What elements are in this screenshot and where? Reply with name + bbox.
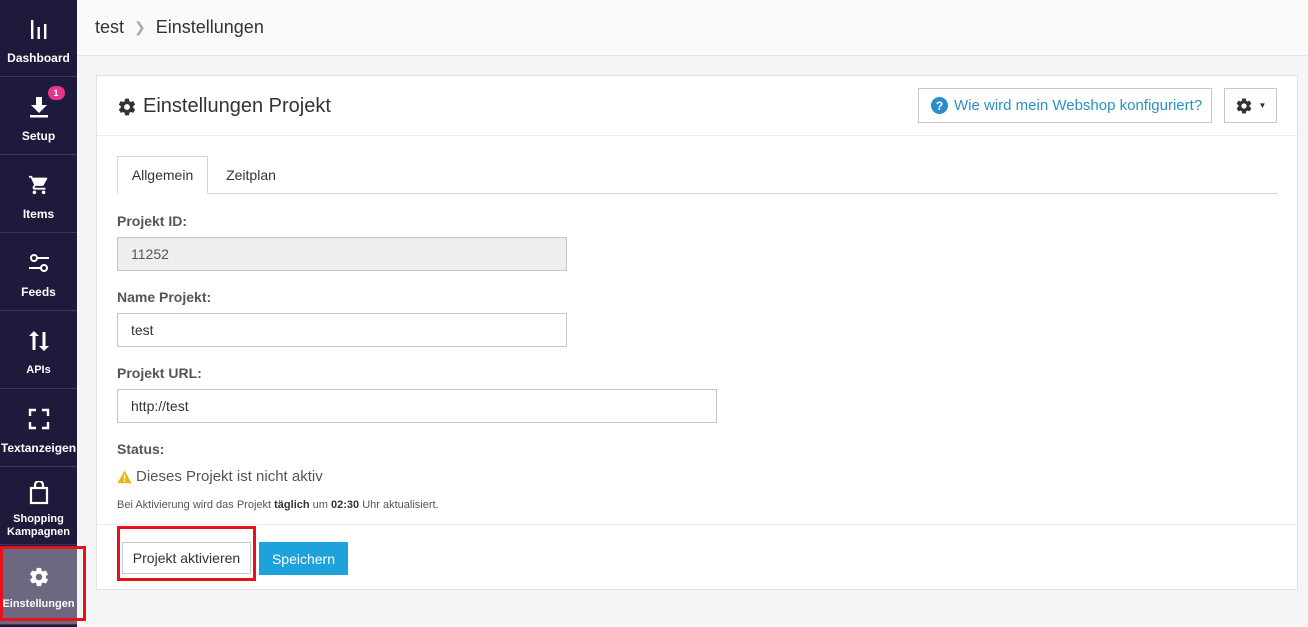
sidebar-item-label: Textanzeigen bbox=[0, 441, 77, 455]
notification-badge: 1 bbox=[47, 86, 65, 100]
status-label: Status: bbox=[117, 441, 165, 457]
warning-icon bbox=[117, 469, 132, 483]
cart-icon bbox=[28, 172, 50, 198]
sidebar-item-setup[interactable]: 1 Setup bbox=[0, 78, 77, 155]
breadcrumb-current-page: Einstellungen bbox=[155, 17, 264, 37]
sidebar-item-feeds[interactable]: Feeds bbox=[0, 234, 77, 311]
sidebar-item-label: Einstellungen bbox=[2, 598, 75, 610]
hint-frequency: täglich bbox=[274, 499, 310, 511]
sidebar-item-label: Shopping Kampagnen bbox=[7, 513, 70, 538]
page-title: Einstellungen Projekt bbox=[117, 95, 331, 118]
help-button-label: Wie wird mein Webshop konfiguriert? bbox=[954, 97, 1203, 114]
save-button[interactable]: Speichern bbox=[259, 542, 348, 575]
activation-hint: Bei Aktivierung wird das Projekt täglich… bbox=[117, 499, 439, 511]
sidebar-item-apis[interactable]: APIs bbox=[0, 312, 77, 389]
arrows-up-down-icon bbox=[28, 328, 50, 354]
hint-text: um bbox=[312, 499, 328, 511]
download-icon: 1 bbox=[28, 86, 65, 120]
hint-time: 02:30 bbox=[331, 499, 360, 511]
sidebar-item-einstellungen[interactable]: Einstellungen bbox=[0, 548, 77, 625]
card-footer: Projekt aktivieren Speichern bbox=[97, 524, 1297, 590]
hint-text: Bei Aktivierung wird das Projekt bbox=[117, 499, 272, 511]
page-title-text: Einstellungen Projekt bbox=[143, 95, 331, 117]
settings-card: Einstellungen Projekt ? Wie wird mein We… bbox=[96, 75, 1298, 590]
project-name-label: Name Projekt: bbox=[117, 289, 212, 305]
help-button[interactable]: ? Wie wird mein Webshop konfiguriert? bbox=[918, 88, 1212, 123]
project-name-field[interactable] bbox=[117, 313, 567, 347]
sidebar-item-label: Feeds bbox=[21, 285, 56, 299]
shopping-bag-icon bbox=[29, 480, 49, 506]
tab-zeitplan[interactable]: Zeitplan bbox=[217, 156, 285, 194]
sidebar-item-dashboard[interactable]: Dashboard bbox=[0, 0, 77, 77]
sidebar: Dashboard 1 Setup Items Feeds APIs Texta… bbox=[0, 0, 77, 627]
project-id-field bbox=[117, 237, 567, 271]
status-message: Dieses Projekt ist nicht aktiv bbox=[117, 468, 323, 485]
gear-icon bbox=[118, 98, 136, 115]
breadcrumb-project-link[interactable]: test bbox=[95, 17, 124, 38]
project-url-field[interactable] bbox=[117, 389, 717, 423]
project-id-label: Projekt ID: bbox=[117, 213, 188, 229]
breadcrumb: test ❯ Einstellungen bbox=[77, 0, 1308, 56]
activate-project-button[interactable]: Projekt aktivieren bbox=[122, 542, 251, 574]
bar-chart-icon bbox=[30, 16, 48, 42]
gear-icon bbox=[28, 564, 50, 590]
sidebar-item-label: Dashboard bbox=[7, 51, 70, 65]
sidebar-item-items[interactable]: Items bbox=[0, 156, 77, 233]
caret-down-icon: ▼ bbox=[1258, 101, 1267, 110]
settings-dropdown-button[interactable]: ▼ bbox=[1224, 88, 1277, 123]
tab-bar: Allgemein Zeitplan bbox=[117, 156, 1278, 194]
sidebar-item-textanzeigen[interactable]: Textanzeigen bbox=[0, 390, 77, 467]
card-header: Einstellungen Projekt ? Wie wird mein We… bbox=[97, 76, 1297, 136]
sidebar-item-shopping-kampagnen[interactable]: Shopping Kampagnen bbox=[0, 468, 77, 545]
status-text: Dieses Projekt ist nicht aktiv bbox=[136, 468, 323, 485]
frame-corners-icon bbox=[28, 406, 50, 432]
sidebar-item-label: APIs bbox=[26, 364, 51, 376]
gear-icon bbox=[1236, 98, 1251, 114]
sidebar-item-label: Items bbox=[22, 207, 55, 221]
sliders-icon bbox=[28, 250, 50, 276]
chevron-right-icon: ❯ bbox=[134, 19, 146, 35]
tab-allgemein[interactable]: Allgemein bbox=[117, 156, 208, 194]
sidebar-item-label: Setup bbox=[21, 129, 56, 143]
hint-text: Uhr aktualisiert. bbox=[362, 499, 439, 511]
question-circle-icon: ? bbox=[931, 97, 948, 114]
project-url-label: Projekt URL: bbox=[117, 365, 202, 381]
